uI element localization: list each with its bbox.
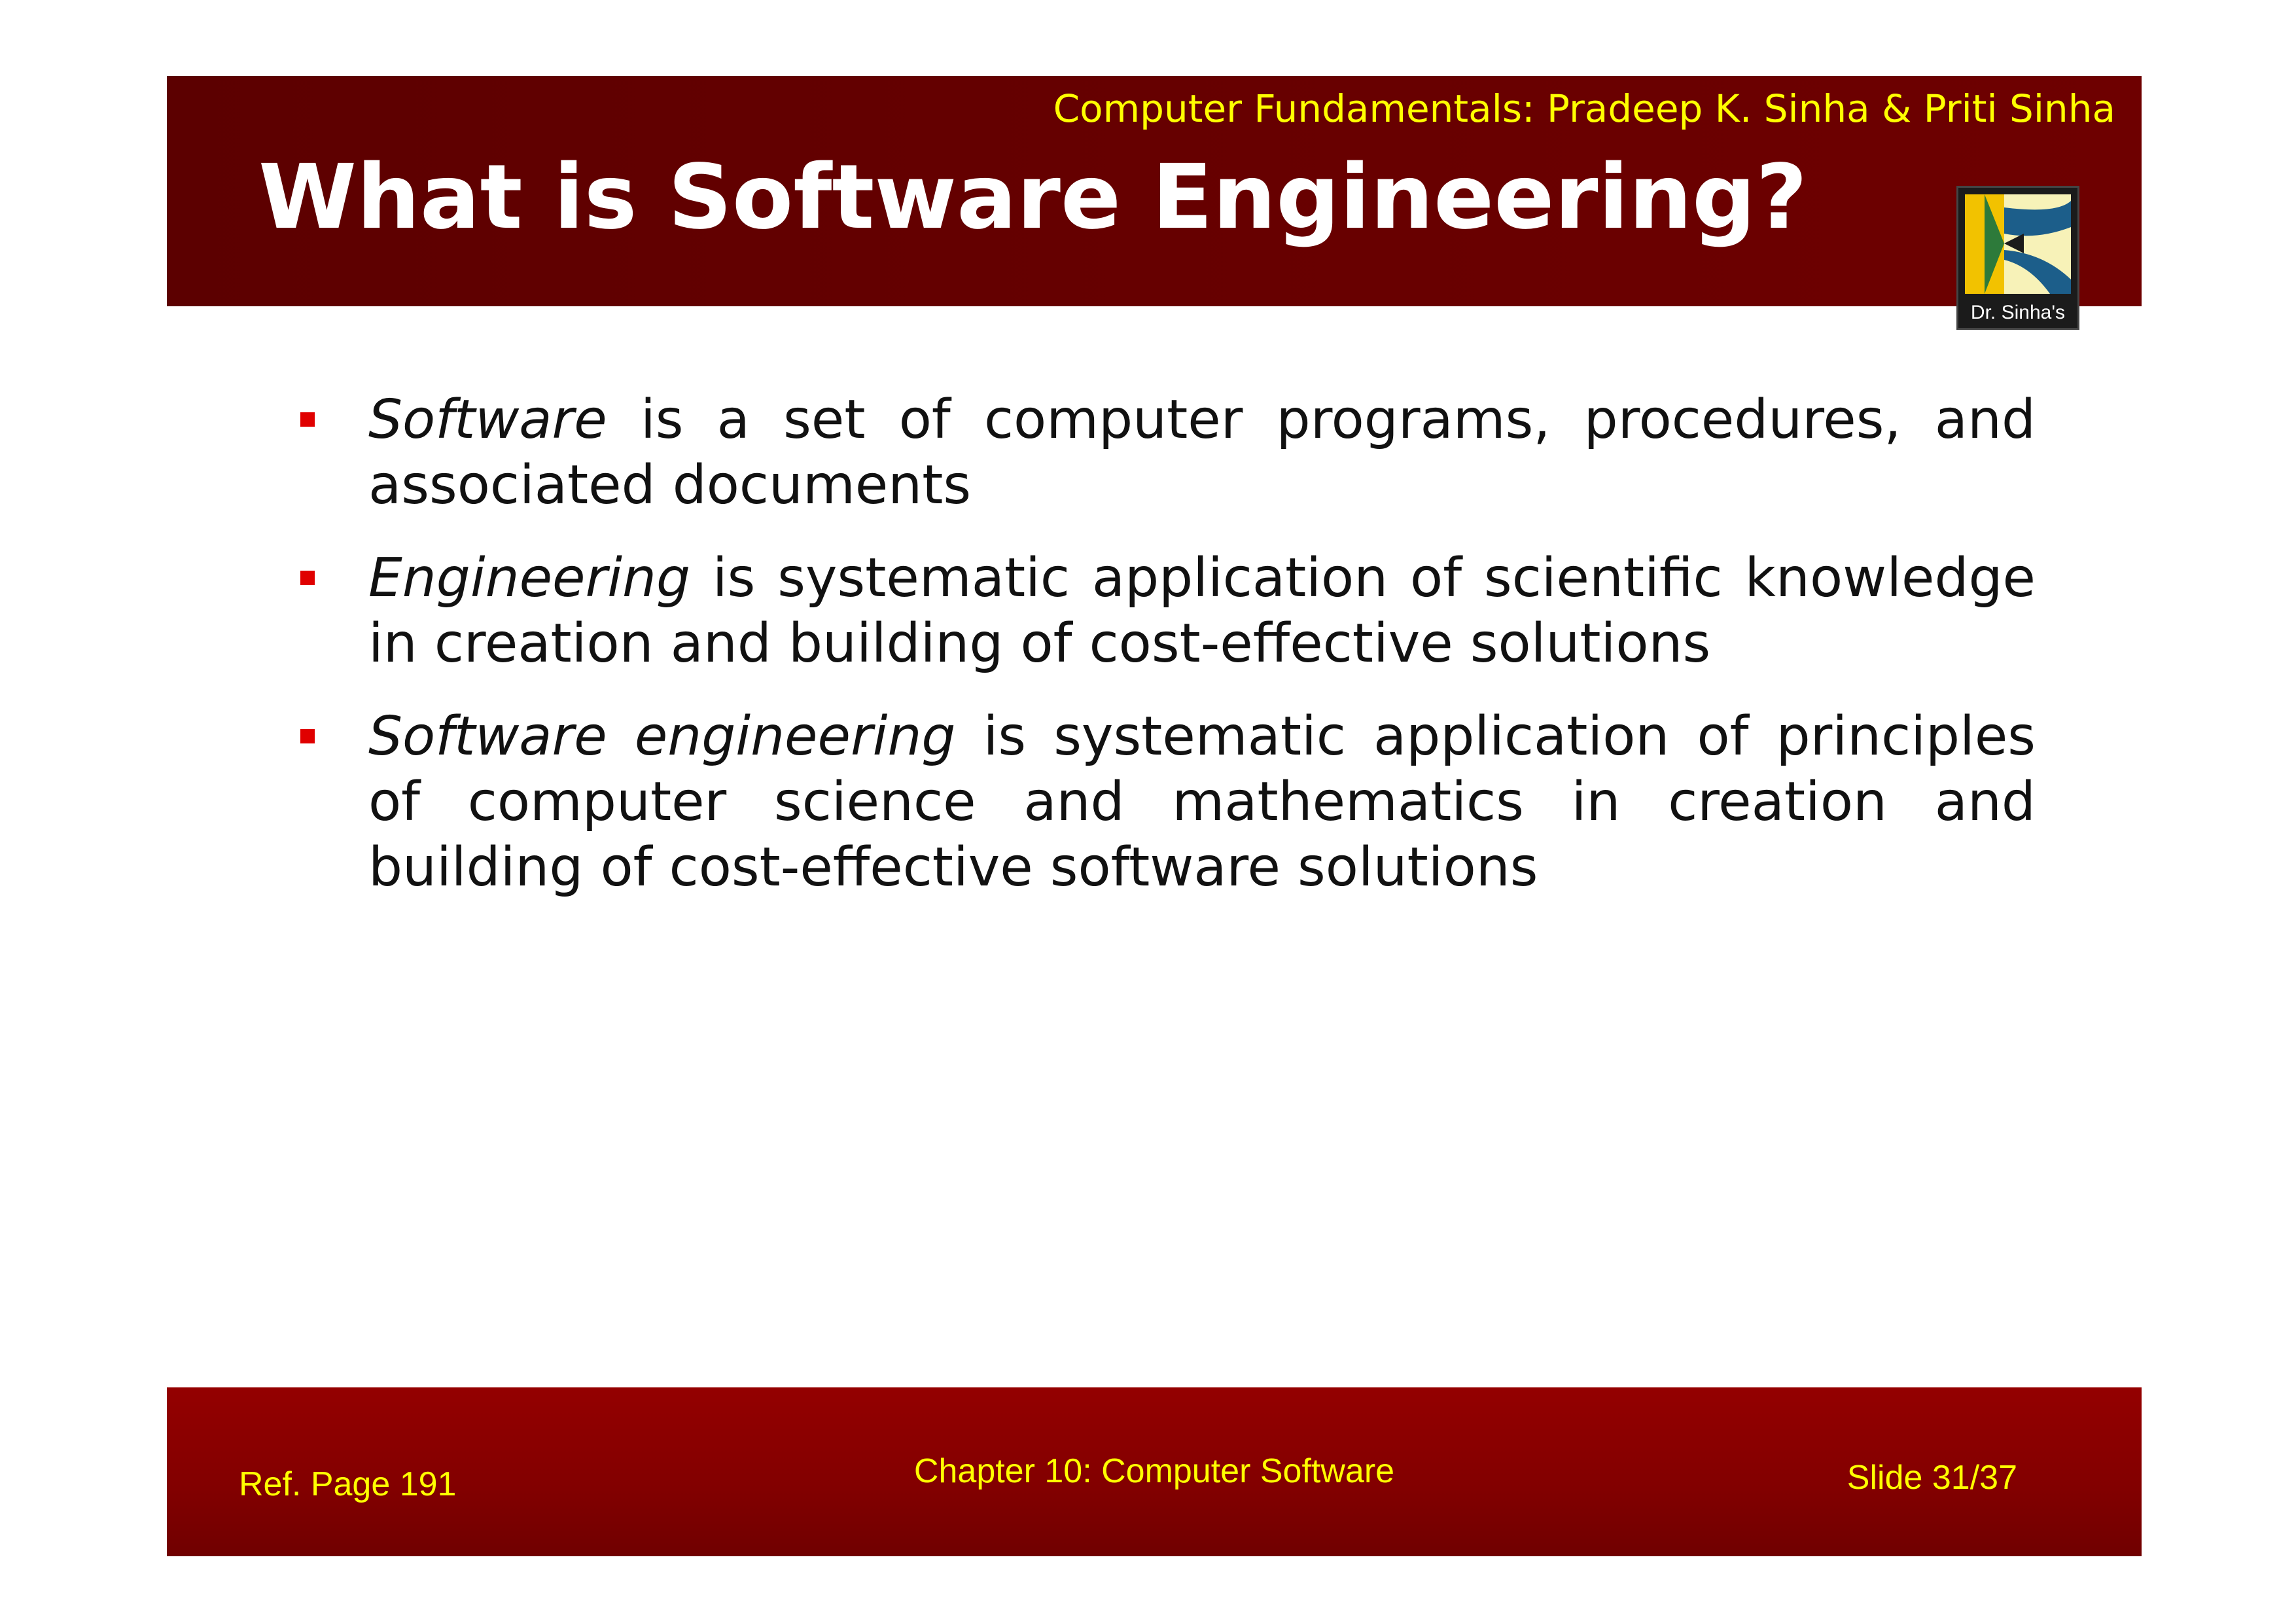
- book-title: Computer Fundamentals: Pradeep K. Sinha …: [1053, 86, 2115, 131]
- logo-emblem-icon: [1965, 194, 2071, 294]
- square-bullet-icon: [300, 729, 315, 743]
- chapter-title: Chapter 10: Computer Software: [913, 1452, 1395, 1490]
- bullet-item: Engineering is systematic application of…: [298, 546, 2036, 677]
- author-logo: Dr. Sinha's: [1956, 186, 2079, 330]
- square-bullet-icon: [300, 571, 315, 585]
- bullet-text: is a set of computer programs, procedure…: [368, 389, 2036, 516]
- bullet-term: Software engineering: [368, 705, 956, 768]
- bullet-term: Engineering: [368, 547, 690, 609]
- logo-text: Dr. Sinha's: [1970, 302, 2066, 323]
- slide-number: Slide 31/37: [1846, 1459, 2017, 1497]
- slide-header: Computer Fundamentals: Pradeep K. Sinha …: [167, 76, 2142, 306]
- bullet-term: Software: [368, 389, 607, 451]
- square-bullet-icon: [300, 412, 315, 427]
- bullet-item: Software engineering is systematic appli…: [298, 704, 2036, 901]
- slide-footer: Ref. Page 191 Chapter 10: Computer Softw…: [167, 1387, 2142, 1556]
- bullet-item: Software is a set of computer programs, …: [298, 387, 2036, 518]
- slide-title: What is Software Engineering?: [258, 146, 1808, 249]
- bullet-list: Software is a set of computer programs, …: [298, 387, 2036, 928]
